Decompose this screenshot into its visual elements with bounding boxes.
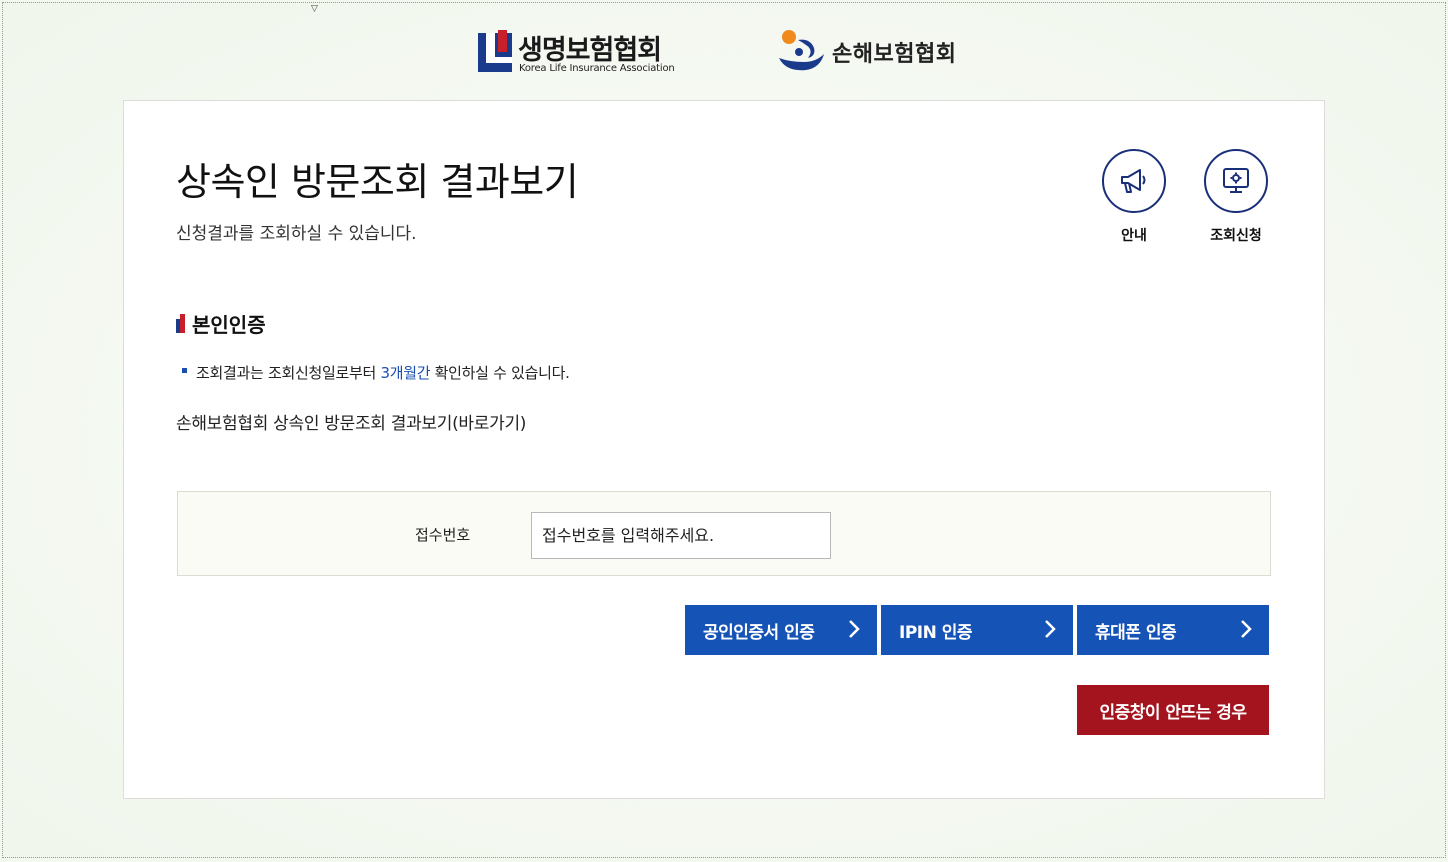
phone-auth-button[interactable]: 휴대폰 인증	[1077, 605, 1269, 655]
caret-down-icon: ▽	[311, 4, 318, 14]
apply-label: 조회신청	[1210, 228, 1262, 244]
receipt-number-label: 접수번호	[415, 526, 471, 544]
notice-after: 확인하실 수 있습니다.	[430, 364, 570, 382]
notice-text: 조회결과는 조회신청일로부터 3개월간 확인하실 수 있습니다.	[196, 362, 570, 383]
section-title-text: 본인인증	[192, 313, 266, 337]
header-logos: 생명보험협회 Korea Life Insurance Association …	[0, 26, 1448, 78]
ipin-auth-label: IPIN 인증	[899, 622, 973, 643]
certificate-auth-button[interactable]: 공인인증서 인증	[685, 605, 877, 655]
receipt-number-input[interactable]	[531, 512, 831, 559]
guide-button[interactable]: 안내	[1094, 149, 1174, 245]
notice-before: 조회결과는 조회신청일로부터	[196, 364, 381, 382]
nonlife-insurance-association-logo[interactable]: 손해보험협회	[776, 28, 976, 76]
ipin-auth-button[interactable]: IPIN 인증	[881, 605, 1073, 655]
monitor-gear-icon	[1223, 168, 1249, 193]
chevron-right-icon	[1241, 620, 1252, 638]
notice-highlight: 3개월간	[380, 364, 431, 382]
notice-bullet-icon	[182, 368, 187, 373]
phone-auth-label: 휴대폰 인증	[1095, 622, 1177, 643]
certificate-auth-label: 공인인증서 인증	[703, 622, 815, 643]
life-logo-mark-icon	[478, 30, 512, 72]
nonlife-logo-mark-icon	[779, 30, 824, 71]
apply-circle	[1204, 149, 1268, 213]
guide-circle	[1102, 149, 1166, 213]
nonlife-logo-name: 손해보험협회	[832, 42, 957, 67]
section-marker-icon	[176, 314, 185, 333]
life-logo-english: Korea Life Insurance Association	[519, 63, 675, 74]
apply-inquiry-button[interactable]: 조회신청	[1196, 149, 1276, 245]
megaphone-icon	[1121, 169, 1146, 193]
guide-label: 안내	[1121, 228, 1147, 244]
page-title: 상속인 방문조회 결과보기	[176, 160, 579, 204]
chevron-right-icon	[849, 620, 860, 638]
chevron-right-icon	[1045, 620, 1056, 638]
receipt-form: 접수번호	[177, 491, 1271, 576]
life-logo-name: 생명보험협회	[518, 35, 662, 66]
auth-help-button[interactable]: 인증창이 안뜨는 경우	[1077, 685, 1269, 735]
life-insurance-association-logo[interactable]: 생명보험협회 Korea Life Insurance Association	[478, 30, 690, 74]
section-title: 본인인증	[176, 309, 266, 338]
nonlife-result-link[interactable]: 손해보험협회 상속인 방문조회 결과보기(바로가기)	[176, 409, 526, 434]
main-card: 상속인 방문조회 결과보기 신청결과를 조회하실 수 있습니다. 안내 조회신청	[123, 100, 1325, 799]
page-subtitle: 신청결과를 조회하실 수 있습니다.	[176, 224, 417, 244]
